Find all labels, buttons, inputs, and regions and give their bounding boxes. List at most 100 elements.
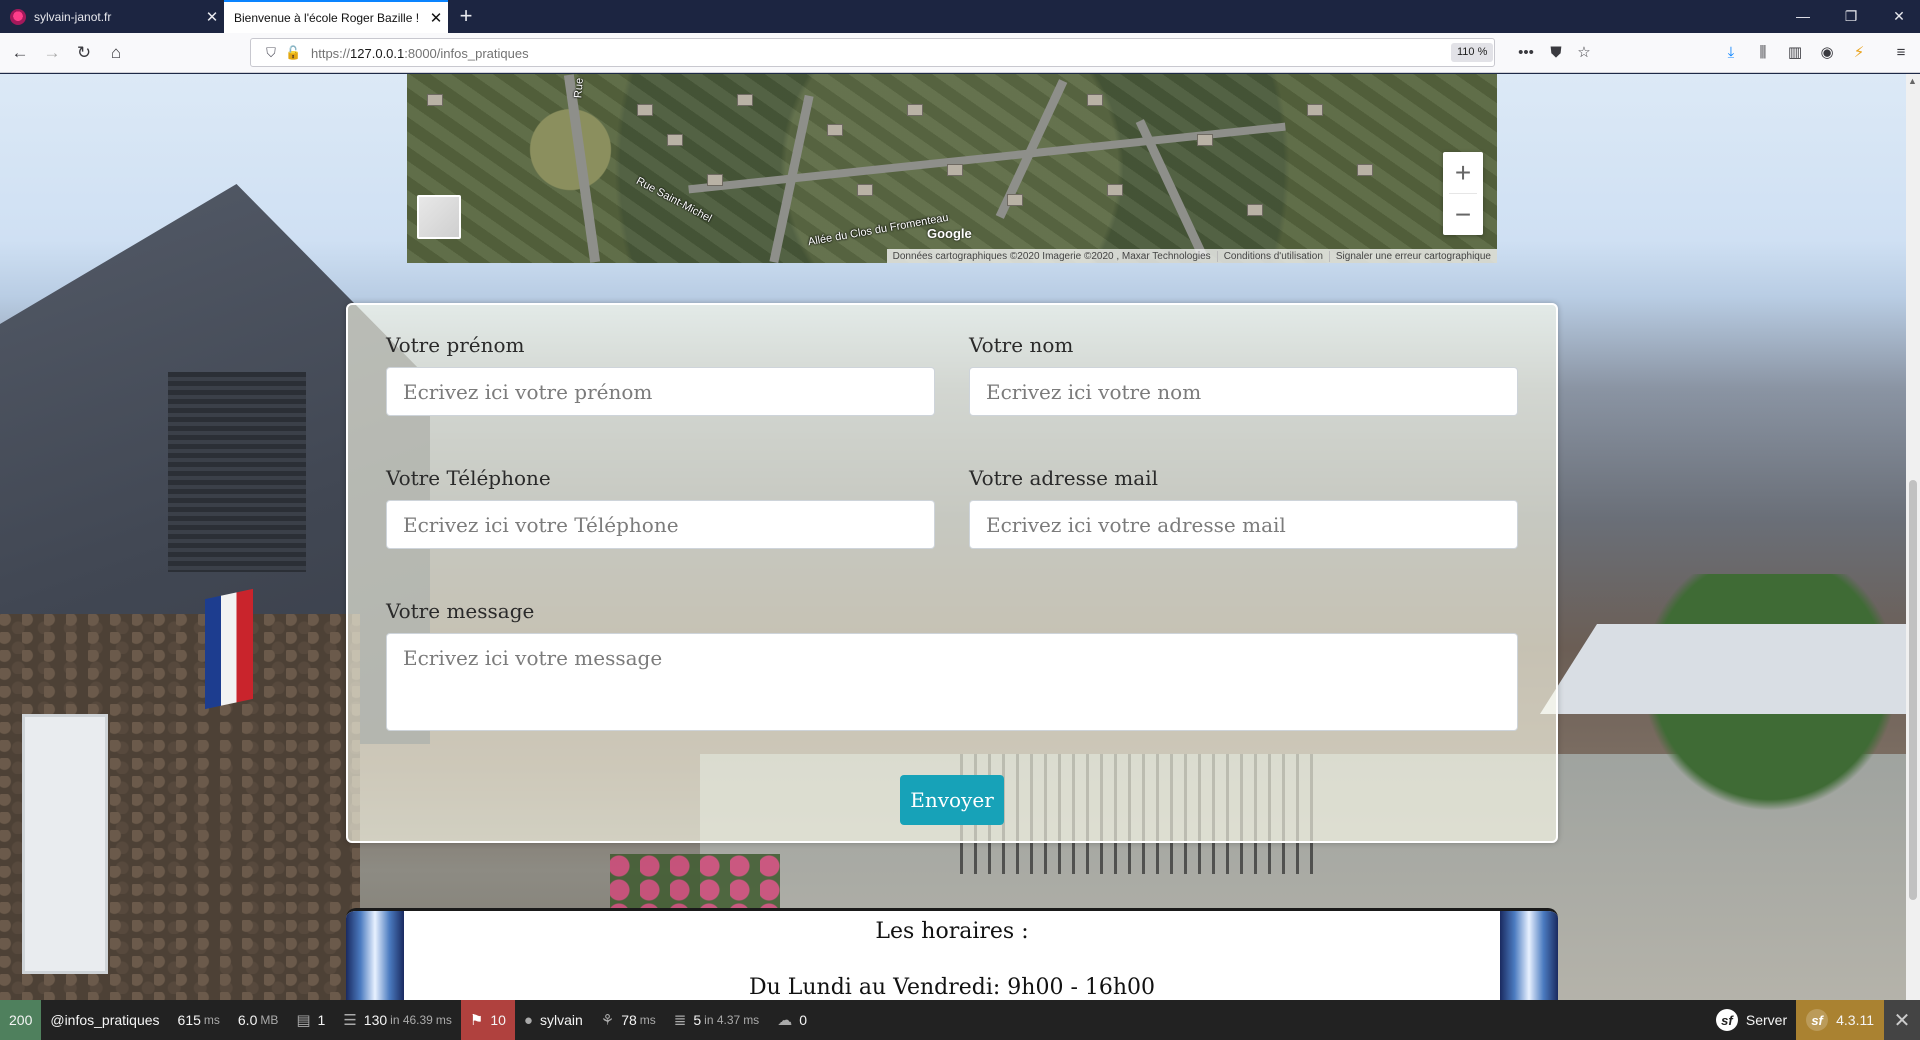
window-close-icon[interactable]: ✕	[1878, 0, 1920, 33]
memory-unit: MB	[260, 1013, 279, 1027]
map-zoom-control: + −	[1443, 152, 1483, 235]
database-item[interactable]: ≣ 5 in 4.37 ms	[665, 1000, 768, 1040]
downloads-icon[interactable]: ⤓	[1720, 42, 1742, 64]
server-item[interactable]: sf Server	[1707, 1000, 1796, 1040]
envoyer-button[interactable]: Envoyer	[900, 775, 1004, 825]
user-item[interactable]: ● sylvain	[515, 1000, 592, 1040]
map-zoom-out-button[interactable]: −	[1443, 194, 1483, 235]
nom-input[interactable]	[969, 367, 1518, 416]
close-tab-icon[interactable]: ✕	[424, 9, 448, 27]
new-tab-plus-icon[interactable]: +	[452, 0, 480, 33]
url-text[interactable]: https://127.0.0.1:8000/infos_pratiques	[311, 46, 529, 61]
menu-hamburger-icon[interactable]: ≡	[1890, 42, 1912, 64]
page-scrollbar[interactable]: ▲	[1906, 74, 1920, 1000]
map-layer-toggle-icon[interactable]	[417, 195, 461, 239]
mail-input[interactable]	[969, 500, 1518, 549]
shield-icon[interactable]: ⛉	[263, 45, 279, 61]
symfony-version-item[interactable]: sf 4.3.11	[1796, 1000, 1884, 1040]
database-time: in 4.37	[704, 1013, 741, 1027]
map-attribution: Données cartographiques ©2020 Imagerie ©…	[886, 249, 1497, 263]
scroll-up-arrow-icon[interactable]: ▲	[1908, 76, 1917, 86]
twig-count: 10	[490, 1012, 506, 1028]
sidebar-icon[interactable]: ▥	[1784, 42, 1806, 64]
background-flowers	[610, 854, 780, 914]
ajax-item[interactable]: ☁ 0	[768, 1000, 816, 1040]
forms-item[interactable]: ▤ 1	[287, 1000, 334, 1040]
home-icon[interactable]: ⌂	[102, 39, 130, 67]
google-map[interactable]: Rue Saint-Michel Allée du Clos du Fromen…	[407, 74, 1497, 263]
back-arrow-icon[interactable]: ←	[6, 39, 34, 67]
background-vent	[168, 372, 306, 572]
map-data-credit[interactable]: Données cartographiques ©2020 Imagerie ©…	[887, 250, 1218, 262]
minimize-icon[interactable]: —	[1782, 0, 1824, 33]
performance-item[interactable]: ⚘ 78 ms	[592, 1000, 665, 1040]
user-name: sylvain	[539, 1012, 583, 1028]
nom-label: Votre nom	[969, 333, 1074, 357]
restore-icon[interactable]: ❐	[1830, 0, 1872, 33]
route-item[interactable]: @infos_pratiques	[41, 1000, 168, 1040]
prenom-input[interactable]	[386, 367, 935, 416]
map-house	[427, 94, 443, 106]
forms-count: 1	[317, 1012, 326, 1028]
database-queries: 5	[693, 1012, 702, 1028]
insecure-lock-icon[interactable]: 🔓	[285, 45, 301, 61]
tab-sylvain-janot[interactable]: sylvain-janot.fr ✕	[0, 0, 224, 33]
cache-count: 130	[363, 1012, 388, 1028]
map-house	[707, 174, 723, 186]
map-terms-link[interactable]: Conditions d'utilisation	[1218, 250, 1330, 262]
tab-ecole-roger-bazille[interactable]: Bienvenue à l'école Roger Bazille ! ✕	[224, 0, 448, 33]
map-house	[667, 134, 683, 146]
telephone-input[interactable]	[386, 500, 935, 549]
background-canopy	[1540, 624, 1920, 714]
tab-title: Bienvenue à l'école Roger Bazille !	[234, 10, 420, 25]
symfony-version-logo-icon: sf	[1806, 1009, 1829, 1031]
message-textarea[interactable]	[386, 633, 1518, 731]
horaires-scroll: Les horaires : Du Lundi au Vendredi: 9h0…	[346, 908, 1558, 1000]
request-time-value: 615	[177, 1012, 201, 1028]
map-house	[1107, 184, 1123, 196]
performance-value: 78	[621, 1012, 637, 1028]
map-zoom-in-button[interactable]: +	[1443, 152, 1483, 193]
database-unit: ms	[743, 1013, 760, 1027]
map-house	[1357, 164, 1373, 176]
status-code-badge[interactable]: 200	[0, 1000, 42, 1040]
symfony-logo-icon: sf	[1715, 1009, 1738, 1031]
library-icon[interactable]: ⫼	[1752, 42, 1774, 64]
google-logo[interactable]: Google	[927, 226, 972, 241]
performance-unit: ms	[639, 1013, 656, 1027]
map-house	[1307, 104, 1323, 116]
scrollbar-thumb[interactable]	[1909, 480, 1917, 900]
ajax-count: 0	[799, 1012, 807, 1028]
ajax-cloud-icon: ☁	[777, 1012, 793, 1029]
map-house	[1247, 204, 1263, 216]
cache-layers-icon: ☰	[343, 1012, 357, 1029]
map-house	[857, 184, 873, 196]
reload-icon[interactable]: ↻	[70, 39, 98, 67]
memory-item[interactable]: 6.0 MB	[229, 1000, 287, 1040]
account-icon[interactable]: ◉	[1816, 42, 1838, 64]
bookmark-star-icon[interactable]: ☆	[1573, 42, 1595, 64]
page-viewport: Rue Saint-Michel Allée du Clos du Fromen…	[0, 74, 1920, 1000]
map-street-label: Rue Saint-Michel	[634, 175, 714, 225]
symfony-version: 4.3.11	[1836, 1012, 1874, 1028]
pocket-icon[interactable]: ⛊	[1545, 42, 1567, 64]
message-label: Votre message	[386, 599, 535, 623]
request-time-unit: ms	[203, 1013, 220, 1027]
map-house	[737, 94, 753, 106]
tab-strip: sylvain-janot.fr ✕ Bienvenue à l'école R…	[0, 0, 1920, 33]
page-actions-icon[interactable]: •••	[1515, 42, 1537, 64]
close-tab-icon[interactable]: ✕	[200, 8, 224, 26]
map-report-error-link[interactable]: Signaler une erreur cartographique	[1330, 251, 1497, 262]
cache-time: in 46.39	[390, 1013, 433, 1027]
twig-item[interactable]: ⚑ 10	[460, 1000, 515, 1040]
cache-item[interactable]: ☰ 130 in 46.39 ms	[334, 1000, 461, 1040]
request-time-item[interactable]: 615 ms	[169, 1000, 229, 1040]
url-bar[interactable]: ⛉ 🔓 https://127.0.0.1:8000/infos_pratiqu…	[250, 38, 1495, 67]
extension-icon[interactable]: ⚡	[1848, 42, 1870, 64]
forms-icon: ▤	[296, 1012, 311, 1029]
background-door	[22, 714, 108, 974]
toolbar-close-icon[interactable]: ✕	[1884, 1000, 1920, 1040]
user-icon: ●	[523, 1011, 533, 1029]
zoom-level-badge[interactable]: 110 %	[1451, 43, 1494, 62]
forward-arrow-icon[interactable]: →	[38, 39, 66, 67]
